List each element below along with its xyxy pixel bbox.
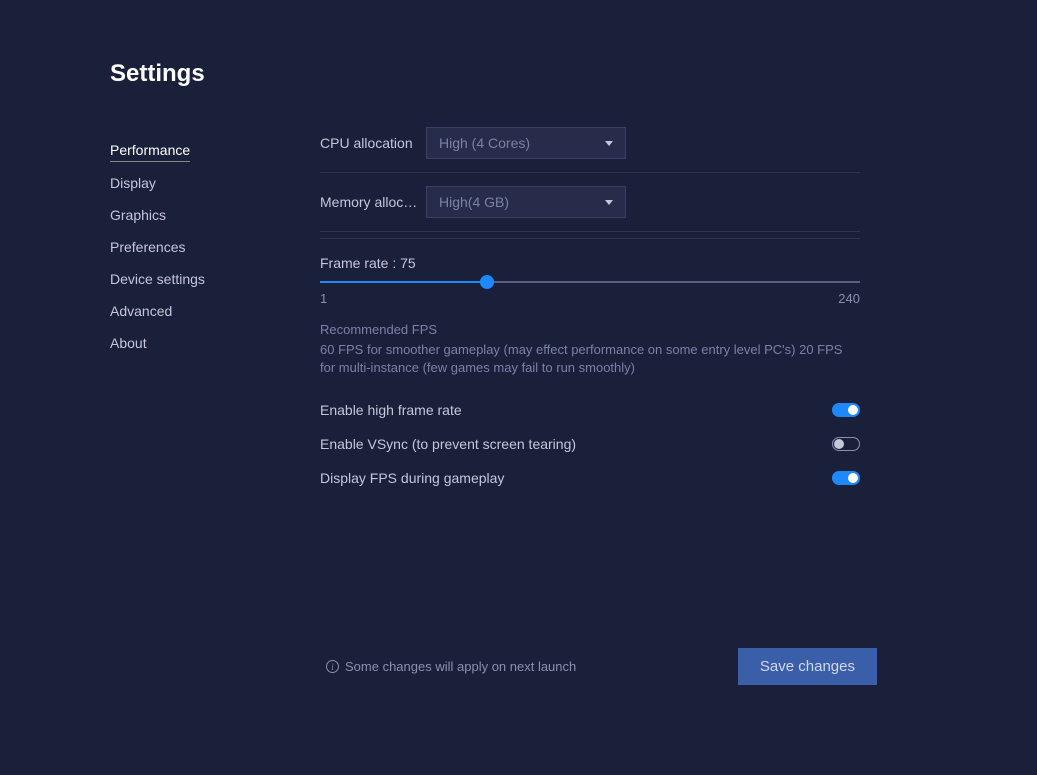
cpu-allocation-label: CPU allocation — [320, 135, 426, 151]
recommended-fps-title: Recommended FPS — [320, 322, 860, 337]
memory-allocation-value: High(4 GB) — [439, 194, 509, 210]
chevron-down-icon — [605, 141, 613, 146]
page-title: Settings — [110, 60, 320, 88]
display-fps-label: Display FPS during gameplay — [320, 470, 504, 486]
toggle-dot — [834, 439, 844, 449]
sidebar-item-display[interactable]: Display — [110, 167, 320, 199]
frame-rate-min: 1 — [320, 291, 327, 306]
slider-thumb[interactable] — [480, 275, 494, 289]
cpu-allocation-select[interactable]: High (4 Cores) — [426, 127, 626, 159]
sidebar-item-performance[interactable]: Performance — [110, 134, 190, 162]
memory-allocation-select[interactable]: High(4 GB) — [426, 186, 626, 218]
display-fps-toggle[interactable] — [832, 471, 860, 485]
recommended-fps-text: 60 FPS for smoother gameplay (may effect… — [320, 341, 860, 377]
footer-note-text: Some changes will apply on next launch — [345, 659, 576, 674]
toggle-dot — [848, 473, 858, 483]
save-changes-button[interactable]: Save changes — [738, 648, 877, 685]
memory-allocation-label: Memory alloc… — [320, 194, 426, 210]
sidebar-item-advanced[interactable]: Advanced — [110, 295, 320, 327]
footer-note: i Some changes will apply on next launch — [326, 659, 576, 674]
sidebar-item-about[interactable]: About — [110, 327, 320, 359]
slider-fill — [320, 281, 487, 283]
enable-high-frame-rate-label: Enable high frame rate — [320, 402, 462, 418]
sidebar-item-device-settings[interactable]: Device settings — [110, 263, 320, 295]
frame-rate-slider[interactable] — [320, 281, 860, 283]
enable-vsync-label: Enable VSync (to prevent screen tearing) — [320, 436, 576, 452]
enable-vsync-toggle[interactable] — [832, 437, 860, 451]
toggle-dot — [848, 405, 858, 415]
sidebar-nav: Performance Display Graphics Preferences… — [110, 134, 320, 359]
frame-rate-max: 240 — [838, 291, 860, 306]
frame-rate-label: Frame rate : 75 — [320, 255, 860, 271]
info-icon: i — [326, 660, 339, 673]
cpu-allocation-value: High (4 Cores) — [439, 135, 530, 151]
enable-high-frame-rate-toggle[interactable] — [832, 403, 860, 417]
chevron-down-icon — [605, 200, 613, 205]
sidebar-item-preferences[interactable]: Preferences — [110, 231, 320, 263]
sidebar-item-graphics[interactable]: Graphics — [110, 199, 320, 231]
